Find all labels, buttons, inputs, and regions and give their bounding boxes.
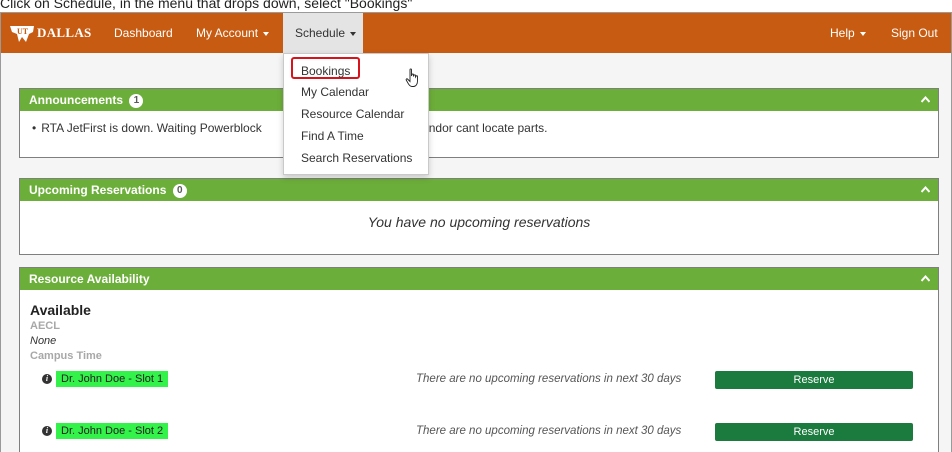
group-label: AECL <box>30 320 60 332</box>
caret-down-icon <box>859 31 866 36</box>
upcoming-reservations-panel: Upcoming Reservations 0 You have no upco… <box>19 178 939 255</box>
chevron-up-icon[interactable] <box>921 96 930 103</box>
nav-my-account[interactable]: My Account <box>196 13 270 53</box>
nav-schedule-label: Schedule <box>295 26 346 40</box>
announcements-header[interactable]: Announcements 1 <box>20 89 938 111</box>
info-icon[interactable]: i <box>42 374 52 384</box>
resource-status-message: There are no upcoming reservations in ne… <box>416 425 682 437</box>
hand-pointer-icon <box>405 68 418 87</box>
instruction-text: Click on Schedule, in the menu that drop… <box>0 0 413 11</box>
upcoming-count-badge: 0 <box>172 184 187 198</box>
upcoming-reservations-title: Upcoming Reservations <box>29 183 167 197</box>
resource-availability-header[interactable]: Resource Availability <box>20 268 938 290</box>
announcement-text-start: RTA JetFirst is down. Waiting Powerblock <box>41 121 262 135</box>
brand-logo[interactable]: UT DALLAS <box>9 22 92 44</box>
announcement-text-end: Vendor cant locate parts. <box>414 121 548 135</box>
nav-help-label: Help <box>830 26 855 40</box>
svg-text:UT: UT <box>17 27 29 36</box>
upcoming-reservations-header[interactable]: Upcoming Reservations 0 <box>20 179 938 201</box>
brand-text: DALLAS <box>37 25 92 40</box>
resource-name-link[interactable]: Dr. John Doe - Slot 1 <box>56 371 169 387</box>
menu-item-search-reservations[interactable]: Search Reservations <box>301 151 412 165</box>
nav-dashboard[interactable]: Dashboard <box>114 13 173 53</box>
announcements-count-badge: 1 <box>129 94 144 108</box>
nav-sign-out[interactable]: Sign Out <box>891 13 938 53</box>
resource-name-link[interactable]: Dr. John Doe - Slot 2 <box>56 423 169 439</box>
caret-down-icon <box>350 31 357 36</box>
caret-down-icon <box>263 31 270 36</box>
nav-sign-out-label: Sign Out <box>891 26 938 40</box>
chevron-up-icon[interactable] <box>921 275 930 282</box>
top-navbar: UT DALLAS Dashboard My Account Schedule … <box>1 13 951 53</box>
info-icon[interactable]: i <box>42 426 52 436</box>
reserve-button[interactable]: Reserve <box>715 371 913 389</box>
resource-row: i Dr. John Doe - Slot 2 There are no upc… <box>42 423 922 452</box>
resource-row: i Dr. John Doe - Slot 1 There are no upc… <box>42 371 922 407</box>
nav-my-account-label: My Account <box>196 26 259 40</box>
schedule-dropdown-menu: Bookings My Calendar Resource Calendar F… <box>283 53 429 175</box>
chevron-up-icon[interactable] <box>921 186 930 193</box>
resource-availability-title: Resource Availability <box>29 272 150 286</box>
nav-schedule[interactable]: Schedule <box>283 13 363 53</box>
menu-item-my-calendar[interactable]: My Calendar <box>301 85 369 99</box>
resource-availability-panel: Resource Availability Available AECL Non… <box>19 267 939 452</box>
group-value: None <box>30 335 57 347</box>
reserve-button[interactable]: Reserve <box>715 423 913 441</box>
menu-item-resource-calendar[interactable]: Resource Calendar <box>301 107 404 121</box>
app-window: UT DALLAS Dashboard My Account Schedule … <box>0 12 952 452</box>
announcements-title: Announcements <box>29 93 124 107</box>
menu-item-bookings[interactable]: Bookings <box>301 64 350 78</box>
available-heading: Available <box>30 302 91 318</box>
nav-help[interactable]: Help <box>830 13 866 53</box>
announcements-panel: Announcements 1 • RTA JetFirst is down. W… <box>19 88 939 158</box>
nav-dashboard-label: Dashboard <box>114 26 173 40</box>
menu-item-find-a-time[interactable]: Find A Time <box>301 129 364 143</box>
no-reservations-message: You have no upcoming reservations <box>367 214 591 230</box>
ut-logo-icon: UT <box>10 26 34 42</box>
subgroup-label: Campus Time <box>30 350 102 362</box>
resource-status-message: There are no upcoming reservations in ne… <box>416 373 682 385</box>
